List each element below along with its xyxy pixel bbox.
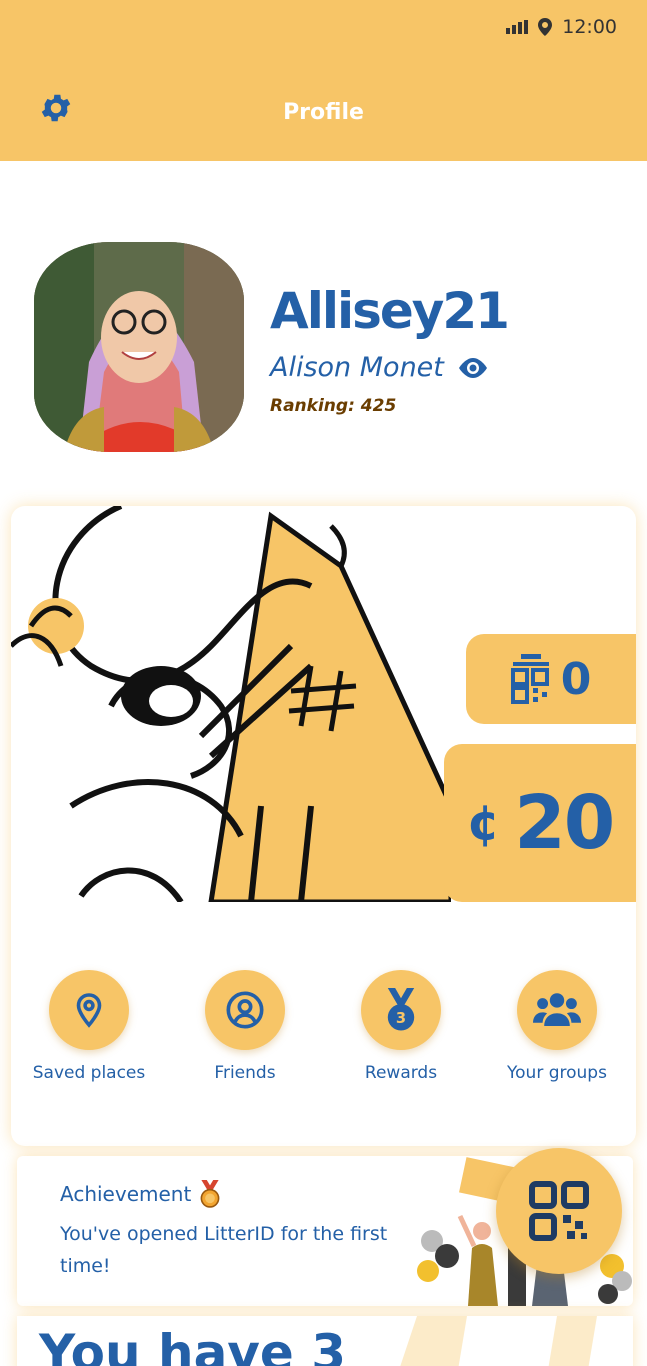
full-name-row: Alison Monet [270, 352, 490, 383]
achievement-title: Achievement [60, 1182, 192, 1206]
ranking-label: Ranking: 425 [270, 396, 397, 416]
status-bar: 12:00 [506, 16, 617, 38]
rewards-label: Rewards [364, 1063, 438, 1083]
signal-icon [506, 20, 529, 34]
location-pin-icon [76, 993, 102, 1028]
rewards-summary-card[interactable]: You have 3 [17, 1316, 633, 1366]
medal-icon [200, 1180, 220, 1208]
scan-qr-button[interactable] [496, 1148, 622, 1274]
qr-scans-badge: 0 [466, 634, 636, 724]
decoration-shape [400, 1316, 597, 1366]
rewards-summary-heading: You have 3 [39, 1324, 347, 1366]
your-groups-label: Your groups [507, 1063, 607, 1083]
your-groups-button[interactable]: Your groups [479, 970, 635, 1084]
friends-circle[interactable] [205, 970, 285, 1050]
app-header: 12:00 Profile [0, 0, 647, 161]
username: Allisey21 [270, 282, 510, 340]
rewards-circle[interactable]: 3 [361, 970, 441, 1050]
coin-symbol: ¢ [466, 795, 501, 851]
status-time: 12:00 [562, 16, 617, 38]
stats-card: 0 ¢ 20 Saved places Friends 3 Rewards Yo… [11, 506, 636, 1146]
qr-code-icon [510, 654, 549, 704]
eye-icon[interactable] [456, 356, 490, 380]
quick-actions: Saved places Friends 3 Rewards Your grou… [11, 970, 636, 1084]
qr-code-icon [529, 1181, 589, 1241]
users-group-icon [533, 993, 581, 1026]
friends-label: Friends [214, 1063, 276, 1083]
qr-scans-count: 0 [560, 653, 592, 705]
user-circle-icon [226, 991, 264, 1029]
coins-count: 20 [514, 780, 615, 866]
achievement-title-row: Achievement [60, 1180, 223, 1208]
ice-cream-illustration [11, 506, 451, 902]
page-title: Profile [283, 100, 364, 125]
your-groups-circle[interactable] [517, 970, 597, 1050]
friends-button[interactable]: Friends [167, 970, 323, 1084]
saved-places-label: Saved places [32, 1063, 146, 1083]
full-name: Alison Monet [270, 352, 444, 383]
saved-places-circle[interactable] [49, 970, 129, 1050]
svg-text:3: 3 [396, 1010, 406, 1027]
coins-badge: ¢ 20 [444, 744, 636, 902]
medal-icon: 3 [387, 988, 415, 1031]
avatar-photo [34, 242, 244, 452]
location-icon [538, 18, 553, 36]
rewards-button[interactable]: 3 Rewards [323, 970, 479, 1084]
achievement-text: You've opened LitterID for the first tim… [60, 1223, 388, 1277]
saved-places-button[interactable]: Saved places [11, 970, 167, 1084]
avatar[interactable] [34, 242, 244, 452]
